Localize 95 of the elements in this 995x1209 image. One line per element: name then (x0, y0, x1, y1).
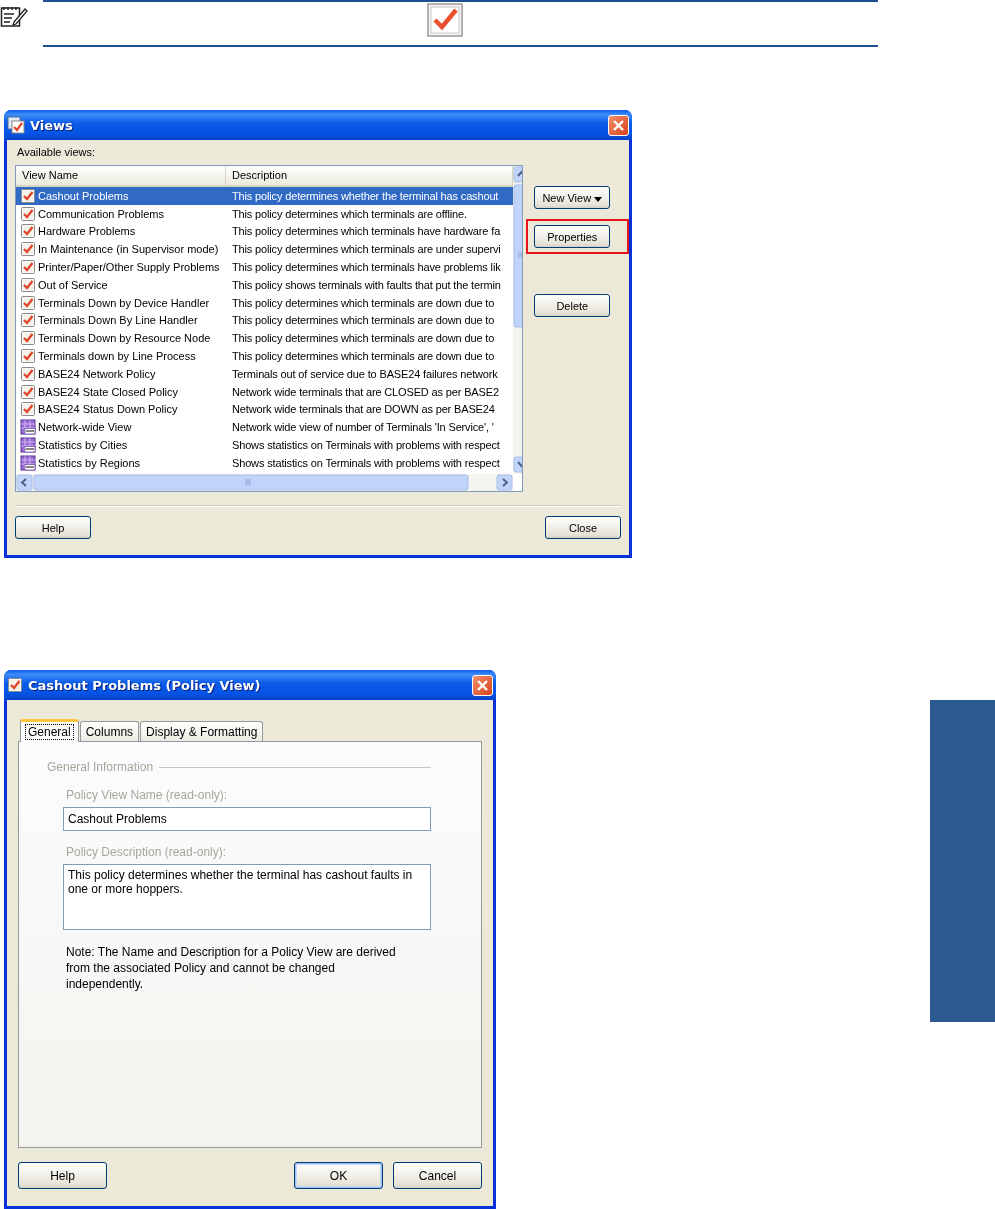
view-description: Shows statistics on Terminals with problems with respect (231, 439, 501, 452)
window-icon (7, 116, 25, 134)
database-view-icon (20, 454, 36, 471)
policy-icon (20, 187, 36, 204)
view-name: Out of Service (38, 278, 108, 291)
close-icon (476, 678, 489, 692)
close-icon (612, 118, 625, 132)
dialog-button[interactable]: Cancel (393, 1162, 482, 1189)
view-description: Network wide terminals that are CLOSED as per BASE2 (231, 385, 500, 398)
list-row[interactable]: Communication Problems This policy determines which terminals are offline. (16, 204, 513, 223)
database-view-icon (20, 437, 36, 454)
list-row[interactable]: Out of Service This policy shows terminals with faults that put the termin (16, 276, 513, 294)
list-row[interactable]: Statistics by Cities Shows statistics on Terminals with problems with respect (16, 436, 513, 454)
list-row[interactable]: Cashout Problems This policy determines whether the terminal has cashout (16, 187, 513, 205)
policy-icon (20, 223, 36, 240)
dialog-button[interactable]: Help (15, 516, 91, 539)
list-row[interactable]: Terminals Down By Line Handler This policy determines which terminals are down due to (16, 311, 513, 330)
view-description: Terminals out of service due to BASE24 failures network (231, 367, 499, 380)
view-description: This policy determines which terminals are under supervi (231, 243, 502, 256)
list-row[interactable]: BASE24 State Closed Policy Network wide terminals that are CLOSED as per BASE2 (16, 382, 513, 401)
view-name: In Maintenance (in Supervisor mode) (38, 243, 219, 256)
note-icon (0, 4, 28, 28)
window-icon (7, 677, 23, 693)
list-row[interactable]: Network-wide View Network wide view of number of Terminals 'In Service', ' (16, 418, 513, 437)
input-field[interactable]: This policy determines whether the terminal has cashout faults in one or more hoppers. (63, 864, 431, 930)
horizontal-scrollbar[interactable] (16, 474, 513, 491)
list-row[interactable]: Statistics by Regions Shows statistics on Terminals with problems with respect (16, 453, 513, 472)
policy-icon (20, 259, 36, 276)
group-title: General Information (47, 760, 154, 774)
caret-icon (594, 196, 603, 202)
policy-icon (20, 241, 36, 258)
database-view-icon (20, 419, 36, 436)
view-description: This policy determines which terminals have hardware fa (231, 225, 502, 238)
list-row[interactable]: In Maintenance (in Supervisor mode) This policy determines which terminals are under supervi (16, 240, 513, 259)
view-name: Terminals Down By Line Handler (38, 314, 198, 327)
view-description: This policy determines whether the terminal has cashout (231, 189, 500, 202)
policy-icon (20, 294, 36, 311)
column-header[interactable]: View Name (16, 166, 226, 185)
view-name: Terminals Down by Device Handler (38, 296, 210, 309)
note-text: Note: The Name and Description for a Policy View are derived from the associated Policy and cannot be changed independently. (66, 944, 397, 992)
view-name: Hardware Problems (38, 225, 136, 238)
view-name: Printer/Paper/Other Supply Problems (38, 261, 220, 274)
policy-icon (20, 330, 36, 347)
policy-icon (20, 276, 36, 293)
policy-icon (20, 205, 36, 222)
list-row[interactable]: BASE24 Status Down Policy Network wide terminals that are DOWN as per BASE24 (16, 400, 513, 419)
policy-icon (20, 312, 36, 329)
view-name: Statistics by Cities (38, 439, 128, 452)
view-name: Cashout Problems (38, 189, 129, 202)
close-button[interactable] (608, 114, 629, 136)
view-name: Communication Problems (38, 207, 164, 220)
input-field[interactable]: Cashout Problems (63, 807, 431, 831)
tab[interactable]: General (20, 719, 79, 742)
view-name: Statistics by Regions (38, 456, 141, 469)
field-label: Policy View Name (read-only): (66, 788, 229, 802)
view-description: Shows statistics on Terminals with problems with respect (231, 456, 501, 469)
list-row[interactable]: BASE24 Network Policy Terminals out of service due to BASE24 failures network (16, 364, 513, 383)
dialog-button[interactable]: Properties (534, 225, 611, 248)
view-name: BASE24 Status Down Policy (38, 403, 178, 416)
view-description: This policy shows terminals with faults that put the termin (231, 278, 502, 291)
view-name: Terminals Down by Resource Node (38, 332, 211, 345)
policy-icon (20, 348, 36, 365)
view-description: This policy determines which terminals are down due to (231, 350, 496, 363)
view-name: BASE24 State Closed Policy (38, 385, 179, 398)
window-title: Views (30, 117, 74, 133)
dialog-button[interactable]: Delete (534, 294, 611, 317)
view-name: BASE24 Network Policy (38, 367, 156, 380)
view-description: This policy determines which terminals are offline. (231, 207, 468, 220)
dialog-button[interactable]: Close (545, 516, 621, 539)
list-row[interactable]: Terminals down by Line Process This policy determines which terminals are down due to (16, 347, 513, 365)
list-row[interactable]: Hardware Problems This policy determines which terminals have hardware fa (16, 222, 513, 241)
tab[interactable]: Display & Formatting (140, 721, 264, 741)
list-row[interactable]: Terminals Down by Resource Node This policy determines which terminals are down due to (16, 329, 513, 348)
dialog-button[interactable]: OK (294, 1162, 383, 1189)
view-description: This policy determines which terminals have problems lik (231, 261, 502, 274)
view-name: Terminals down by Line Process (38, 350, 196, 363)
window-title: Cashout Problems (Policy View) (28, 677, 262, 693)
dialog-button[interactable]: Help (18, 1162, 107, 1189)
view-description: This policy determines which terminals are down due to (231, 332, 496, 345)
view-description: Network wide view of number of Terminals 'In Service', ' (231, 421, 495, 434)
view-description: This policy determines which terminals are down due to (231, 296, 496, 309)
policy-icon (20, 383, 36, 400)
close-button[interactable] (472, 674, 493, 696)
checkbox-icon (426, 3, 463, 37)
new-view-button[interactable]: New View (534, 186, 611, 209)
list-label: Available views: (17, 146, 97, 159)
policy-icon (20, 365, 36, 382)
list-row[interactable]: Terminals Down by Device Handler This policy determines which terminals are down due to (16, 293, 513, 312)
policy-icon (20, 401, 36, 418)
field-label: Policy Description (read-only): (66, 845, 228, 859)
view-name: Network-wide View (38, 421, 132, 434)
view-description: This policy determines which terminals are down due to (231, 314, 496, 327)
list-row[interactable]: Printer/Paper/Other Supply Problems This policy determines which terminals have problems lik (16, 258, 513, 276)
view-description: Network wide terminals that are DOWN as per BASE24 (231, 403, 496, 416)
tab[interactable]: Columns (79, 721, 140, 741)
